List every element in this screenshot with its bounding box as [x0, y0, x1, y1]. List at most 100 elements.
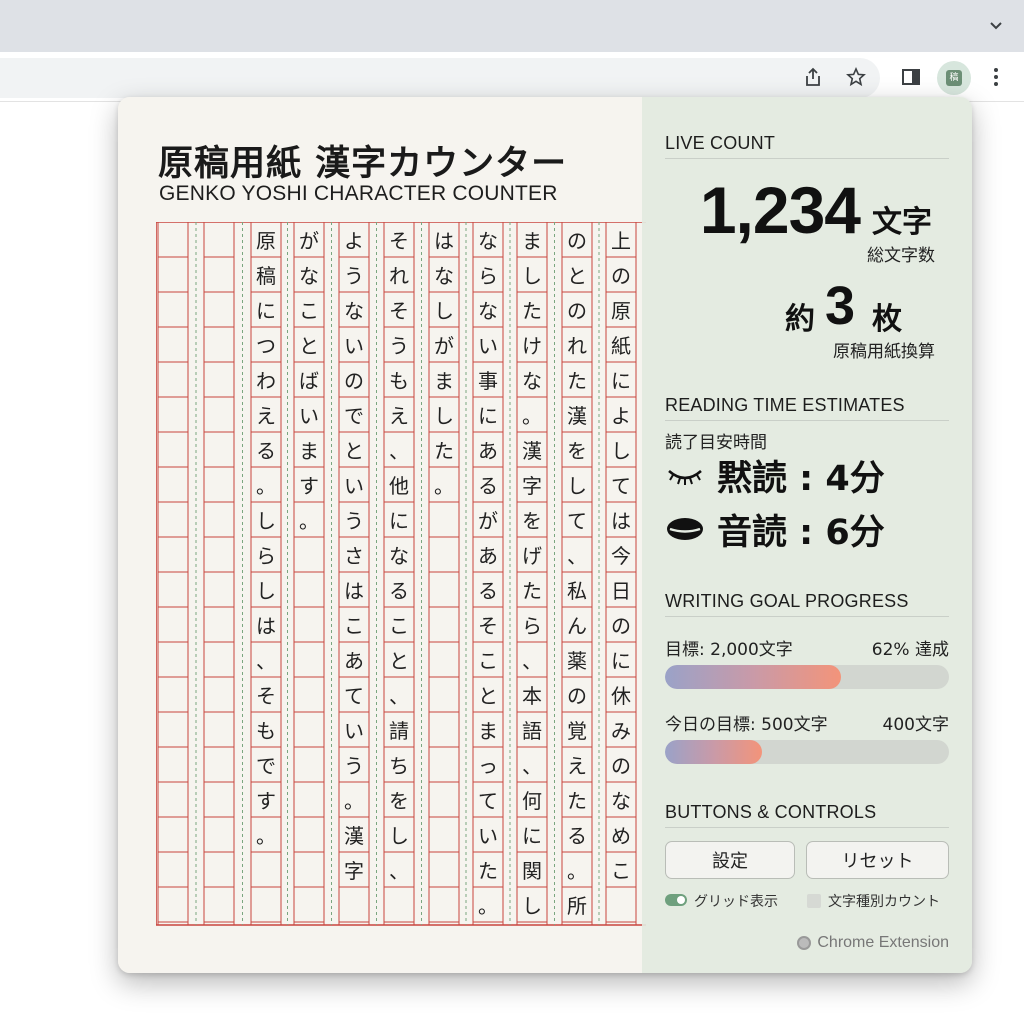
manuscript-cell: し	[567, 474, 587, 498]
manuscript-cell: ん	[567, 614, 587, 638]
manuscript-cell: た	[567, 369, 587, 393]
manuscript-cell: う	[344, 509, 364, 533]
manuscript-cell: の	[567, 684, 587, 708]
daily-goal-label: 今日の目標: 500文字	[665, 715, 828, 735]
manuscript-cell: 、	[522, 754, 542, 778]
manuscript-cell: え	[389, 404, 409, 428]
manuscript-cell: げ	[522, 544, 542, 568]
divider	[665, 420, 949, 421]
manuscript-cell: 。	[522, 404, 542, 428]
genko-manuscript-grid[interactable]: 上の原紙によしては今日のに休みのなめこのとのれた漢をして、私ん薬の覚えたる。所ま…	[156, 222, 646, 930]
manuscript-cell: 、	[256, 649, 276, 673]
manuscript-cell: い	[478, 334, 498, 358]
manuscript-cell: た	[522, 579, 542, 603]
manuscript-cell: ら	[478, 264, 498, 288]
manuscript-cell: が	[299, 229, 319, 253]
manuscript-cell: た	[434, 439, 454, 463]
manuscript-cell: 紙	[611, 334, 631, 358]
address-bar[interactable]	[0, 58, 880, 98]
manuscript-cell: い	[344, 474, 364, 498]
manuscript-cell: う	[344, 754, 364, 778]
char-type-count-checkbox[interactable]	[807, 894, 821, 908]
manuscript-column: 上の原紙によしては今日のに休みのなめこ	[606, 222, 636, 930]
manuscript-cell: の	[611, 264, 631, 288]
manuscript-cell: は	[344, 579, 364, 603]
manuscript-cell: 、	[389, 439, 409, 463]
manuscript-cell: と	[567, 264, 587, 288]
browser-toolbar: 稿	[0, 52, 1024, 102]
manuscript-cell: 上	[611, 229, 631, 253]
extension-icon[interactable]: 稿	[946, 70, 962, 86]
settings-button[interactable]: 設定	[665, 841, 795, 879]
manuscript-cell: な	[344, 299, 364, 323]
manuscript-cell: ま	[522, 229, 542, 253]
manuscript-column: のとのれた漢をして、私ん薬の覚えたる。所	[562, 222, 592, 930]
manuscript-column: ましたけな。漢字をげたら、本語、何に関し	[517, 222, 547, 930]
manuscript-cell: そ	[478, 614, 498, 638]
manuscript-cell: 漢	[344, 824, 364, 848]
bookmark-star-icon[interactable]	[844, 65, 868, 89]
manuscript-cell: こ	[478, 649, 498, 673]
manuscript-cell: 漢	[567, 404, 587, 428]
manuscript-cell: こ	[299, 299, 319, 323]
chrome-logo-icon	[797, 936, 812, 950]
manuscript-cell: い	[478, 824, 498, 848]
manuscript-column: ようないのでというさはこあていう。漢字	[339, 222, 369, 930]
manuscript-cell: の	[567, 299, 587, 323]
manuscript-cell: 字	[344, 859, 364, 883]
manuscript-cell: が	[478, 509, 498, 533]
manuscript-cell: こ	[611, 859, 631, 883]
manuscript-cell: 事	[478, 369, 498, 393]
manuscript-cell: 請	[389, 719, 409, 743]
share-icon[interactable]	[801, 65, 825, 89]
manuscript-cell: さ	[344, 544, 364, 568]
manuscript-cell: が	[434, 334, 454, 358]
divider	[665, 827, 949, 828]
manuscript-cell: 薬	[567, 649, 587, 673]
manuscript-cell: 。	[299, 509, 319, 533]
manuscript-cell: ら	[256, 544, 276, 568]
manuscript-cell: ま	[478, 719, 498, 743]
manuscript-cell: め	[611, 824, 631, 848]
manuscript-cell: 。	[567, 859, 587, 883]
manuscript-cell: た	[567, 789, 587, 813]
grid-display-toggle[interactable]	[665, 894, 687, 906]
manuscript-cell: み	[611, 719, 631, 743]
manuscript-cell: つ	[256, 334, 276, 358]
manuscript-cell: の	[344, 369, 364, 393]
live-count-heading: LIVE COUNT	[665, 133, 776, 153]
manuscript-cell: に	[478, 404, 498, 428]
manuscript-cell: す	[299, 474, 319, 498]
manuscript-cell: よ	[611, 404, 631, 428]
manuscript-cell: な	[478, 229, 498, 253]
manuscript-cell: 何	[522, 789, 542, 813]
manuscript-column: それそうもえ、他になること、請ちをし、	[384, 222, 414, 930]
manuscript-cell: の	[567, 229, 587, 253]
manuscript-cell: ま	[299, 439, 319, 463]
goal-progress-fill	[665, 665, 842, 689]
manuscript-cell: し	[389, 824, 409, 848]
sheet-count-prefix: 約	[785, 302, 815, 337]
side-panel-icon[interactable]	[899, 65, 923, 89]
manuscript-cell: い	[344, 719, 364, 743]
reset-button[interactable]: リセット	[806, 841, 949, 879]
manuscript-cell: ば	[299, 369, 319, 393]
manuscript-cell: よ	[344, 229, 364, 253]
manuscript-cell: う	[344, 264, 364, 288]
manuscript-cell: 、	[567, 544, 587, 568]
manuscript-cell: な	[478, 299, 498, 323]
menu-icon[interactable]	[984, 65, 1008, 89]
manuscript-cell: と	[299, 334, 319, 358]
manuscript-cell: け	[522, 334, 542, 358]
closed-eye-icon	[665, 460, 705, 490]
manuscript-cell: と	[478, 684, 498, 708]
manuscript-cell: な	[522, 369, 542, 393]
manuscript-cell: に	[522, 824, 542, 848]
char-type-count-label: 文字種別カウント	[828, 894, 940, 910]
manuscript-cell: な	[299, 264, 319, 288]
goal-progress-bar	[665, 665, 949, 689]
chevron-down-icon[interactable]	[986, 16, 1006, 36]
daily-goal-status: 400文字	[882, 715, 949, 735]
browser-tabstrip	[0, 0, 1024, 52]
manuscript-cell: あ	[478, 439, 498, 463]
